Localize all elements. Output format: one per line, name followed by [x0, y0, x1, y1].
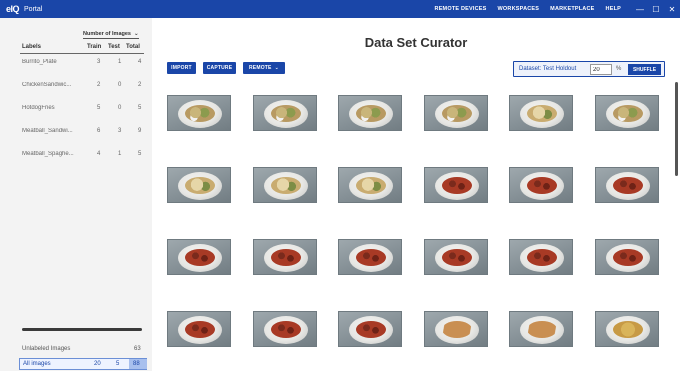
label-row[interactable]: Meatball_Sandwi... 6 3 9	[0, 128, 152, 140]
image-thumbnail[interactable]	[424, 239, 488, 275]
label-row[interactable]: HotdogFries 5 0 5	[0, 105, 152, 117]
all-images-label: All images	[23, 361, 51, 367]
holdout-percent-input[interactable]	[590, 64, 612, 75]
image-thumbnail[interactable]	[424, 95, 488, 131]
brand[interactable]: eIQ Portal	[0, 4, 42, 14]
test-count: 0	[118, 105, 122, 111]
chevron-down-icon: ⌄	[133, 31, 139, 37]
import-button[interactable]: IMPORT	[167, 62, 196, 74]
image-thumbnail[interactable]	[424, 311, 488, 347]
minimize-icon[interactable]: —	[632, 0, 648, 18]
nav-workspaces[interactable]: WORKSPACES	[498, 6, 540, 12]
page-title: Data Set Curator	[364, 35, 468, 50]
app-name: Portal	[24, 5, 43, 13]
nav-remote-devices[interactable]: REMOTE DEVICES	[435, 6, 487, 12]
image-thumbnail[interactable]	[338, 95, 402, 131]
image-thumbnail[interactable]	[253, 167, 317, 203]
image-thumbnail[interactable]	[167, 239, 231, 275]
test-count: 3	[118, 128, 122, 134]
image-thumbnail[interactable]	[509, 167, 573, 203]
total-count: 4	[138, 59, 142, 65]
label-name: ChickenSandwic...	[22, 82, 72, 88]
image-thumbnail[interactable]	[509, 95, 573, 131]
eiq-logo-icon: eIQ	[6, 4, 20, 14]
image-thumbnail[interactable]	[595, 167, 659, 203]
nav-help[interactable]: HELP	[606, 6, 621, 12]
train-count: 5	[97, 105, 101, 111]
test-count: 0	[118, 82, 122, 88]
dataset-label: Dataset: Test Holdout	[519, 66, 577, 72]
label-name: HotdogFries	[22, 105, 55, 111]
labels-sidebar: Number of Images ⌄ Labels Train Test Tot…	[0, 18, 152, 371]
scrollbar[interactable]	[675, 82, 678, 176]
image-thumbnail[interactable]	[595, 311, 659, 347]
test-count: 1	[118, 59, 122, 65]
unlabeled-label: Unlabeled Images	[22, 346, 71, 352]
chevron-down-icon: ⌄	[274, 65, 279, 71]
maximize-icon[interactable]: ☐	[648, 0, 664, 18]
total-column-header: Total	[126, 44, 140, 50]
unlabeled-count: 63	[134, 346, 141, 352]
image-thumbnail[interactable]	[595, 239, 659, 275]
percent-unit: %	[616, 66, 622, 72]
train-count: 4	[97, 151, 101, 157]
label-row[interactable]: ChickenSandwic... 2 0 2	[0, 82, 152, 94]
top-nav: REMOTE DEVICES WORKSPACES MARKETPLACE HE…	[435, 0, 680, 18]
label-name: Burrito_Plate	[22, 59, 57, 65]
header-divider	[20, 53, 144, 54]
remote-button-label: REMOTE	[249, 65, 272, 71]
capture-button[interactable]: CAPTURE	[203, 62, 236, 74]
total-count: 2	[138, 82, 142, 88]
nav-marketplace[interactable]: MARKETPLACE	[550, 6, 594, 12]
image-thumbnail[interactable]	[167, 95, 231, 131]
image-thumbnail[interactable]	[253, 239, 317, 275]
total-count: 9	[138, 128, 142, 134]
group-header-label: Number of Images	[83, 31, 131, 37]
image-thumbnail[interactable]	[338, 239, 402, 275]
image-thumbnail[interactable]	[338, 311, 402, 347]
label-row[interactable]: Burrito_Plate 3 1 4	[0, 59, 152, 71]
image-thumbnail[interactable]	[595, 95, 659, 131]
label-name: Meatball_Spaghe...	[22, 151, 74, 157]
main-panel: Data Set Curator IMPORT CAPTURE REMOTE ⌄…	[152, 18, 680, 371]
all-images-row[interactable]: All images 20 5 88	[19, 358, 147, 370]
test-column-header: Test	[108, 44, 120, 50]
train-column-header: Train	[87, 44, 102, 50]
image-thumbnail[interactable]	[167, 311, 231, 347]
image-thumbnail[interactable]	[167, 167, 231, 203]
image-thumbnail[interactable]	[424, 167, 488, 203]
total-count: 5	[138, 105, 142, 111]
image-thumbnail[interactable]	[509, 311, 573, 347]
train-count: 3	[97, 59, 101, 65]
all-train-count: 20	[94, 361, 101, 367]
dataset-holdout-panel: Dataset: Test Holdout % SHUFFLE	[513, 61, 665, 77]
labels-table-header: Labels Train Test Total	[0, 44, 152, 56]
label-row[interactable]: Meatball_Spaghe... 4 1 5	[0, 151, 152, 163]
image-thumbnail[interactable]	[253, 311, 317, 347]
image-thumbnail[interactable]	[253, 95, 317, 131]
train-count: 2	[97, 82, 101, 88]
test-count: 1	[118, 151, 122, 157]
number-of-images-dropdown[interactable]: Number of Images ⌄	[83, 31, 139, 39]
sidebar-resize-handle[interactable]	[22, 328, 142, 331]
all-test-count: 5	[116, 361, 120, 367]
unlabeled-images-row[interactable]: Unlabeled Images 63	[0, 346, 152, 358]
label-name: Meatball_Sandwi...	[22, 128, 73, 134]
labels-column-header: Labels	[22, 44, 42, 50]
remote-button[interactable]: REMOTE ⌄	[243, 62, 285, 74]
close-icon[interactable]: ✕	[664, 0, 680, 18]
total-count: 5	[138, 151, 142, 157]
all-total-count: 88	[129, 359, 147, 369]
train-count: 6	[97, 128, 101, 134]
shuffle-button[interactable]: SHUFFLE	[628, 64, 661, 75]
image-thumbnail[interactable]	[338, 167, 402, 203]
top-bar: eIQ Portal REMOTE DEVICES WORKSPACES MAR…	[0, 0, 680, 18]
image-thumbnail[interactable]	[509, 239, 573, 275]
